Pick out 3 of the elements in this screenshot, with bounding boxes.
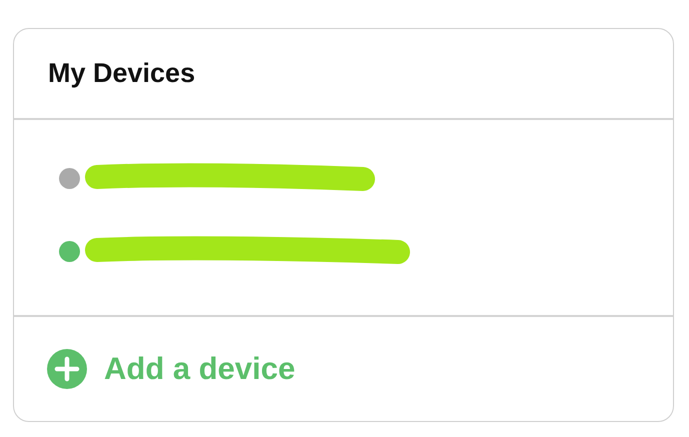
add-device-button[interactable]: Add a device (14, 317, 296, 421)
card-title: My Devices (48, 58, 196, 89)
plus-icon (47, 349, 87, 389)
